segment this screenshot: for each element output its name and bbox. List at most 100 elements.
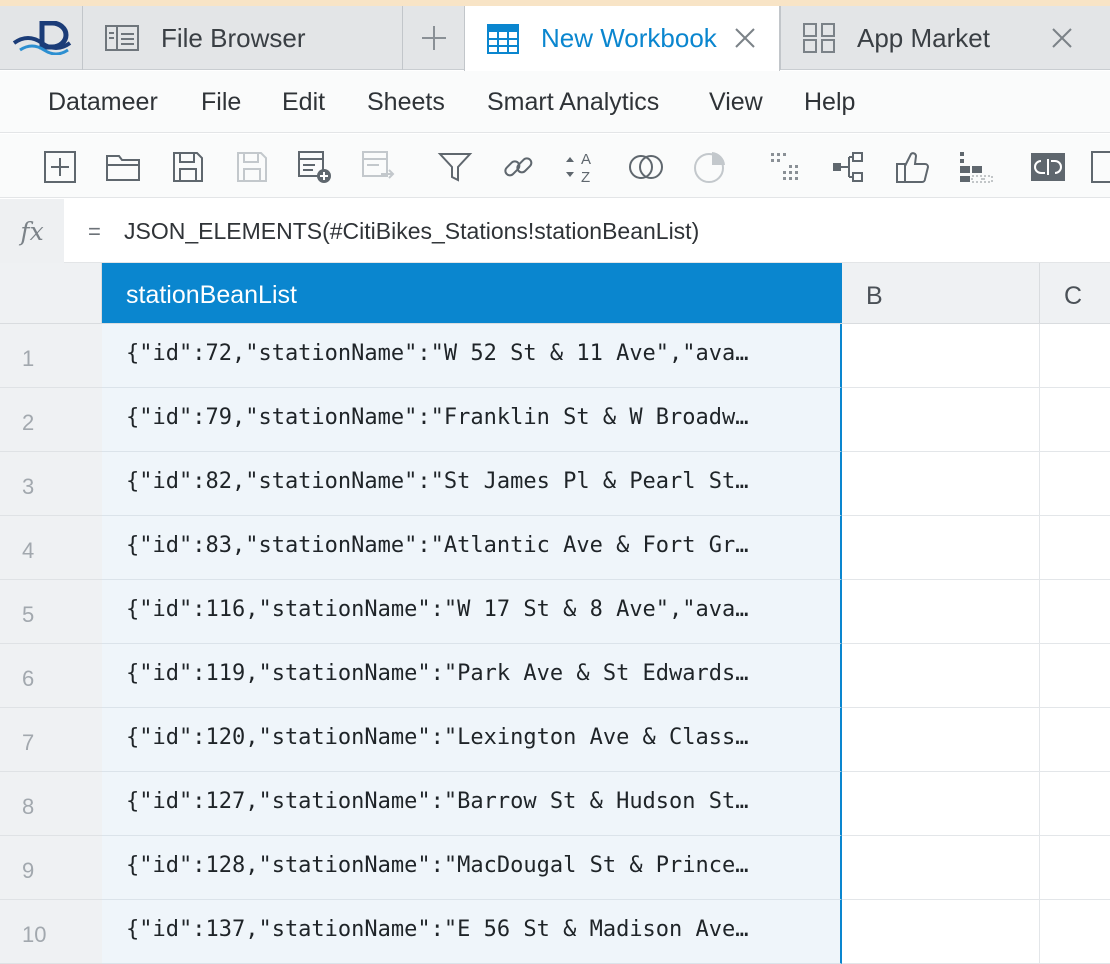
cell-a[interactable]: {"id":116,"stationName":"W 17 St & 8 Ave… <box>102 580 842 644</box>
cell-a[interactable]: {"id":120,"stationName":"Lexington Ave &… <box>102 708 842 772</box>
cell-a[interactable]: {"id":83,"stationName":"Atlantic Ave & F… <box>102 516 842 580</box>
row-number[interactable]: 1 <box>0 324 102 388</box>
row-number[interactable]: 8 <box>0 772 102 836</box>
column-header-c-label: C <box>1064 282 1083 310</box>
cell-a[interactable]: {"id":72,"stationName":"W 52 St & 11 Ave… <box>102 324 842 388</box>
decision-tree-button[interactable] <box>830 148 868 186</box>
tab-app-market-label: App Market <box>857 22 990 53</box>
cell-b[interactable] <box>842 388 1040 452</box>
table-icon <box>487 23 519 54</box>
formula-input[interactable]: JSON_ELEMENTS(#CitiBikes_Stations!statio… <box>124 218 699 245</box>
cell-b[interactable] <box>842 452 1040 516</box>
union-icon <box>629 155 663 179</box>
column-header-a[interactable]: stationBeanList <box>102 263 842 324</box>
open-folder-icon <box>106 155 140 181</box>
clustering-icon <box>771 153 798 180</box>
add-data-icon <box>298 151 331 183</box>
column-header-c[interactable]: C <box>1040 263 1110 324</box>
row-number[interactable]: 5 <box>0 580 102 644</box>
toolbar: A Z <box>0 134 1110 198</box>
close-app-market-tab-icon[interactable] <box>1050 26 1074 50</box>
cell-c[interactable] <box>1040 516 1110 580</box>
cell-b[interactable] <box>842 580 1040 644</box>
cell-a[interactable]: {"id":127,"stationName":"Barrow St & Hud… <box>102 772 842 836</box>
menu-edit[interactable]: Edit <box>282 88 325 117</box>
add-tab-button[interactable] <box>402 6 464 70</box>
column-header-a-label: stationBeanList <box>126 281 297 309</box>
row-number[interactable]: 9 <box>0 836 102 900</box>
menu-file[interactable]: File <box>201 88 241 117</box>
menu-smart-analytics[interactable]: Smart Analytics <box>487 88 659 117</box>
pie-chart-icon <box>694 152 725 183</box>
cell-b[interactable] <box>842 708 1040 772</box>
column-dependencies-button[interactable] <box>957 148 995 186</box>
link-icon <box>504 157 533 177</box>
row-number[interactable]: 4 <box>0 516 102 580</box>
cell-b[interactable] <box>842 836 1040 900</box>
menu-help[interactable]: Help <box>804 88 855 117</box>
filter-button[interactable] <box>436 148 474 186</box>
cell-c[interactable] <box>1040 708 1110 772</box>
cell-b[interactable] <box>842 644 1040 708</box>
cell-a[interactable]: {"id":119,"stationName":"Park Ave & St E… <box>102 644 842 708</box>
recommendation-button[interactable] <box>894 148 932 186</box>
menu-view[interactable]: View <box>709 88 763 117</box>
pie-chart-button[interactable] <box>691 148 729 186</box>
row-number[interactable]: 6 <box>0 644 102 708</box>
close-workbook-tab-icon[interactable] <box>733 26 757 50</box>
link-button[interactable] <box>499 148 537 186</box>
tab-file-browser-label: File Browser <box>161 22 306 53</box>
cell-c[interactable] <box>1040 580 1110 644</box>
cell-a[interactable]: {"id":79,"stationName":"Franklin St & W … <box>102 388 842 452</box>
cell-b[interactable] <box>842 772 1040 836</box>
table-row: 5 {"id":116,"stationName":"W 17 St & 8 Av… <box>0 580 1110 644</box>
tab-new-workbook[interactable]: New Workbook <box>464 6 780 71</box>
join-data-icon <box>362 151 395 179</box>
unlink-button[interactable] <box>1029 148 1067 186</box>
tab-app-market[interactable]: App Market <box>780 6 1096 70</box>
row-number[interactable]: 10 <box>0 900 102 964</box>
cell-a[interactable]: {"id":82,"stationName":"St James Pl & Pe… <box>102 452 842 516</box>
cell-b[interactable] <box>842 324 1040 388</box>
cell-c[interactable] <box>1040 836 1110 900</box>
column-header-b[interactable]: B <box>842 263 1040 324</box>
sort-button[interactable]: A Z <box>563 148 601 186</box>
clustering-button[interactable] <box>767 148 805 186</box>
sidebar-icon <box>1091 151 1110 183</box>
row-number[interactable]: 2 <box>0 388 102 452</box>
add-data-button[interactable] <box>296 148 334 186</box>
cell-c[interactable] <box>1040 452 1110 516</box>
cell-c[interactable] <box>1040 900 1110 964</box>
logo-icon <box>12 21 72 55</box>
tab-new-workbook-label: New Workbook <box>541 23 717 53</box>
cell-c[interactable] <box>1040 324 1110 388</box>
datameer-logo[interactable] <box>0 6 82 70</box>
table-row: 9 {"id":128,"stationName":"MacDougal St &… <box>0 836 1110 900</box>
grid-corner[interactable] <box>0 263 102 324</box>
union-button[interactable] <box>627 148 665 186</box>
cell-b[interactable] <box>842 900 1040 964</box>
table-row: 8 {"id":127,"stationName":"Barrow St & Hu… <box>0 772 1110 836</box>
row-number[interactable]: 7 <box>0 708 102 772</box>
cell-c[interactable] <box>1040 644 1110 708</box>
save-button[interactable] <box>169 148 207 186</box>
table-row: 7 {"id":120,"stationName":"Lexington Ave … <box>0 708 1110 772</box>
formula-equals: = <box>88 219 101 244</box>
menu-sheets[interactable]: Sheets <box>367 88 445 117</box>
cell-b[interactable] <box>842 516 1040 580</box>
row-number[interactable]: 3 <box>0 452 102 516</box>
join-data-button[interactable] <box>360 148 398 186</box>
menu-datameer[interactable]: Datameer <box>48 88 158 117</box>
cell-c[interactable] <box>1040 772 1110 836</box>
column-dependencies-icon <box>960 152 993 183</box>
sidebar-toggle-button[interactable] <box>1090 148 1110 186</box>
spreadsheet-grid: stationBeanList B C 1 {"id":72,"stationNa… <box>0 263 1110 964</box>
tab-file-browser[interactable]: File Browser <box>82 6 402 70</box>
open-folder-button[interactable] <box>104 148 142 186</box>
cell-a[interactable]: {"id":137,"stationName":"E 56 St & Madis… <box>102 900 842 964</box>
fx-icon[interactable]: fx <box>0 199 64 263</box>
save-as-button[interactable] <box>233 148 271 186</box>
cell-c[interactable] <box>1040 388 1110 452</box>
cell-a[interactable]: {"id":128,"stationName":"MacDougal St & … <box>102 836 842 900</box>
add-sheet-button[interactable] <box>41 148 79 186</box>
